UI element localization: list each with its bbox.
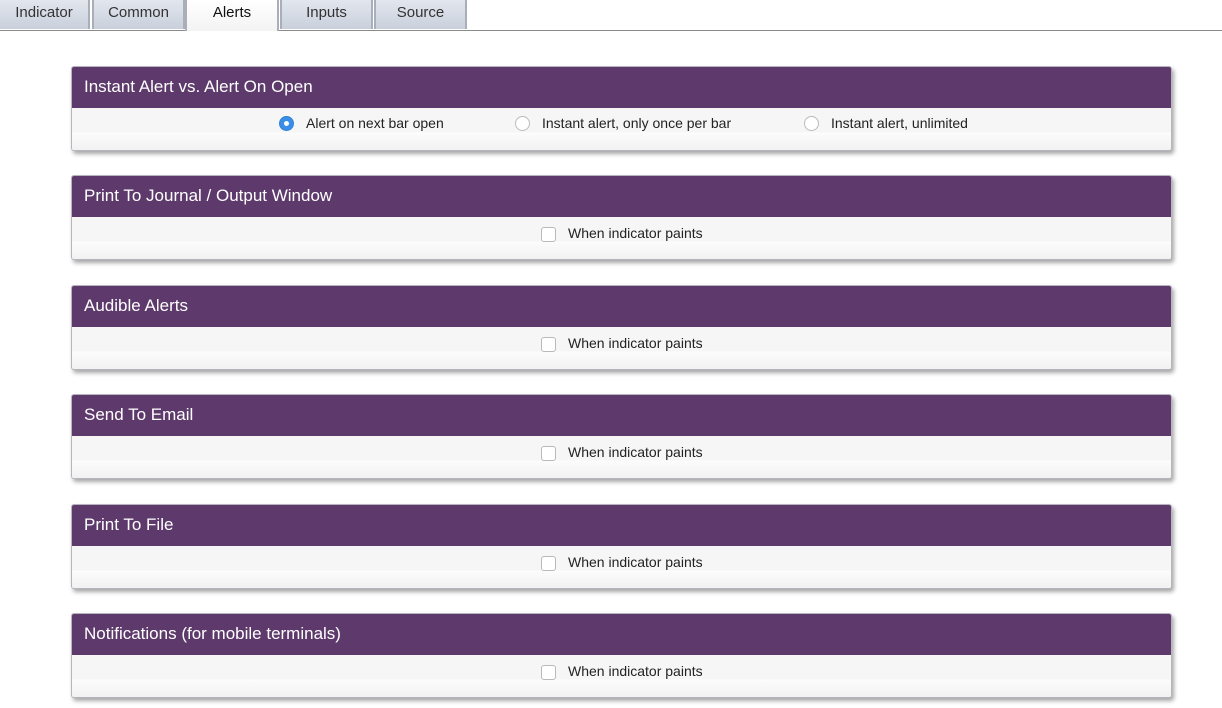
panel-title: Print To File: [72, 505, 1171, 546]
radio-label: Instant alert, unlimited: [831, 115, 968, 131]
tab-bar: Indicator Common Alerts Inputs Source: [0, 0, 1222, 31]
checkbox-label: When indicator paints: [568, 444, 703, 460]
audible-alerts-panel: Audible Alerts When indicator paints: [71, 285, 1172, 370]
tab-inputs[interactable]: Inputs: [280, 0, 373, 29]
panel-body: When indicator paints: [72, 436, 1171, 478]
print-to-journal-panel: Print To Journal / Output Window When in…: [71, 175, 1172, 260]
tab-alerts[interactable]: Alerts: [185, 0, 279, 31]
panel-body: When indicator paints: [72, 655, 1171, 697]
panel-title: Notifications (for mobile terminals): [72, 614, 1171, 655]
notifications-when-indicator-paints[interactable]: When indicator paints: [541, 662, 703, 680]
panel-title: Audible Alerts: [72, 286, 1171, 327]
checkbox[interactable]: [541, 227, 556, 242]
panel-body: Alert on next bar open Instant alert, on…: [72, 108, 1171, 150]
panel-title: Instant Alert vs. Alert On Open: [72, 67, 1171, 108]
journal-when-indicator-paints[interactable]: When indicator paints: [541, 224, 703, 242]
audible-when-indicator-paints[interactable]: When indicator paints: [541, 334, 703, 352]
tab-source[interactable]: Source: [374, 0, 467, 29]
checkbox[interactable]: [541, 337, 556, 352]
radio-alert-on-next-bar-open[interactable]: Alert on next bar open: [279, 115, 444, 131]
file-when-indicator-paints[interactable]: When indicator paints: [541, 553, 703, 571]
notifications-panel: Notifications (for mobile terminals) Whe…: [71, 613, 1172, 698]
tab-indicator[interactable]: Indicator: [0, 0, 90, 29]
radio-button-selected[interactable]: [279, 115, 294, 131]
send-to-email-panel: Send To Email When indicator paints: [71, 394, 1172, 479]
radio-button[interactable]: [515, 115, 530, 131]
radio-instant-alert-once-per-bar[interactable]: Instant alert, only once per bar: [515, 115, 731, 131]
checkbox-label: When indicator paints: [568, 554, 703, 570]
print-to-file-panel: Print To File When indicator paints: [71, 504, 1172, 589]
panel-title: Send To Email: [72, 395, 1171, 436]
checkbox[interactable]: [541, 556, 556, 571]
email-when-indicator-paints[interactable]: When indicator paints: [541, 443, 703, 461]
radio-label: Alert on next bar open: [306, 115, 444, 131]
tab-common[interactable]: Common: [92, 0, 185, 29]
radio-label: Instant alert, only once per bar: [542, 115, 732, 131]
radio-button[interactable]: [804, 115, 819, 131]
checkbox[interactable]: [541, 665, 556, 680]
panel-title: Print To Journal / Output Window: [72, 176, 1171, 217]
checkbox-label: When indicator paints: [568, 663, 703, 679]
checkbox-label: When indicator paints: [568, 335, 703, 351]
radio-instant-alert-unlimited[interactable]: Instant alert, unlimited: [804, 115, 968, 131]
panel-body: When indicator paints: [72, 217, 1171, 259]
alert-mode-panel: Instant Alert vs. Alert On Open Alert on…: [71, 66, 1172, 151]
checkbox[interactable]: [541, 446, 556, 461]
panel-body: When indicator paints: [72, 327, 1171, 369]
checkbox-label: When indicator paints: [568, 225, 703, 241]
panel-body: When indicator paints: [72, 546, 1171, 588]
